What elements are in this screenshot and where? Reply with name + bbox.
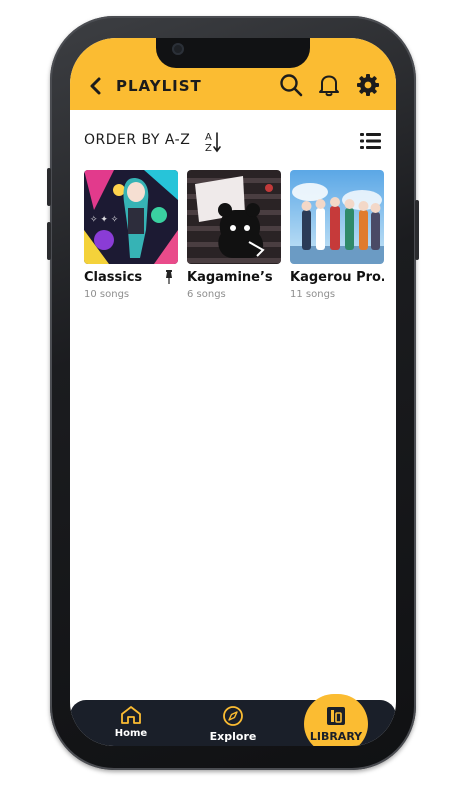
- playlist-title: Kagamine’s: [187, 270, 273, 285]
- gear-icon[interactable]: [355, 72, 381, 98]
- svg-text:Z: Z: [205, 143, 212, 154]
- sort-az-icon[interactable]: A Z: [204, 130, 222, 154]
- page-title: PLAYLIST: [116, 77, 202, 95]
- search-icon[interactable]: [278, 72, 304, 98]
- nav-library[interactable]: LIBRARY: [304, 694, 368, 746]
- svg-text:A: A: [205, 132, 212, 143]
- sort-bar: ORDER BY A-Z A Z: [84, 130, 384, 154]
- side-button: [415, 200, 419, 260]
- home-icon: [121, 706, 141, 724]
- compass-icon: [223, 706, 243, 726]
- nav-library-label: LIBRARY: [309, 730, 363, 743]
- back-chevron-icon[interactable]: [88, 76, 104, 96]
- side-button: [47, 222, 51, 260]
- playlist-title: Kagerou Pro…: [290, 270, 384, 285]
- pin-icon: [166, 270, 172, 284]
- list-view-icon[interactable]: [360, 132, 382, 150]
- nav-explore[interactable]: Explore: [198, 700, 268, 746]
- playlist-grid: ✧ ✦ ✧ Classics 10 songs Kagamine’s 6 son…: [84, 170, 396, 310]
- nav-home-label: Home: [114, 728, 148, 739]
- playlist-card-classics[interactable]: ✧ ✦ ✧ Classics 10 songs: [84, 170, 178, 310]
- playlist-cover-kagamines: [187, 170, 281, 264]
- sort-label[interactable]: ORDER BY A-Z: [84, 132, 190, 148]
- library-icon: [327, 707, 345, 725]
- playlist-song-count: 11 songs: [290, 289, 336, 300]
- playlist-card-kagamines[interactable]: Kagamine’s 6 songs: [187, 170, 281, 310]
- nav-home[interactable]: Home: [96, 700, 166, 746]
- playlist-cover-kagerou: [290, 170, 384, 264]
- nav-explore-label: Explore: [209, 730, 257, 743]
- svg-text:✧ ✦ ✧: ✧ ✦ ✧: [90, 215, 119, 225]
- bell-icon[interactable]: [316, 72, 342, 98]
- app-screen: PLAYLIST ORDER BY A-Z A Z ✧ ✦ ✧ Classics…: [70, 38, 396, 746]
- front-camera: [172, 43, 184, 55]
- playlist-song-count: 6 songs: [187, 289, 226, 300]
- side-button: [47, 168, 51, 206]
- playlist-card-kagerou[interactable]: Kagerou Pro… 11 songs: [290, 170, 384, 310]
- playlist-cover-classics: ✧ ✦ ✧: [84, 170, 178, 264]
- playlist-song-count: 10 songs: [84, 289, 130, 300]
- playlist-title: Classics: [84, 270, 143, 285]
